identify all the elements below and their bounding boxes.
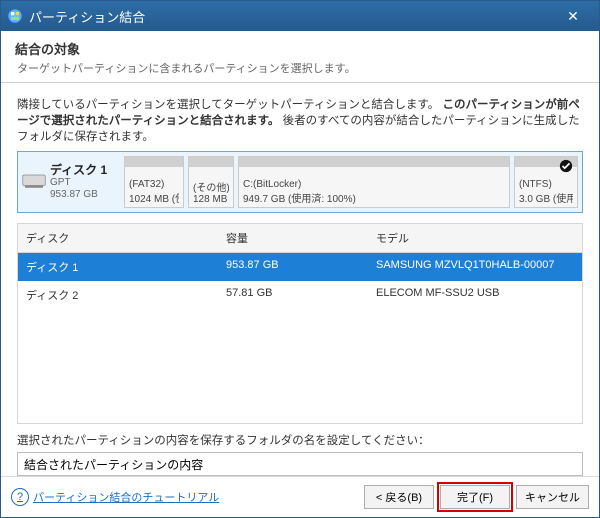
cancel-button[interactable]: キャンセル	[516, 485, 589, 509]
back-button[interactable]: < 戻る(B)	[364, 485, 434, 509]
td-capacity: 953.87 GB	[218, 253, 368, 281]
dialog-body: 結合の対象 ターゲットパーティションに含まれるパーティションを選択します。 隣接…	[1, 31, 599, 517]
td-model: ELECOM MF-SSU2 USB	[368, 281, 582, 309]
td-disk: ディスク 1	[18, 253, 218, 281]
titlebar: パーティション結合 ✕	[1, 1, 599, 31]
partition-size: 1024 MB (使	[129, 190, 179, 205]
help-link[interactable]: ? パーティション結合のチュートリアル	[11, 488, 219, 506]
partition-block[interactable]: (FAT32) 1024 MB (使	[124, 156, 184, 208]
table-header: ディスク 容量 モデル	[18, 224, 582, 253]
th-disk[interactable]: ディスク	[18, 224, 218, 252]
instruction-text: 隣接しているパーティションを選択してターゲットパーティションと結合します。 この…	[17, 97, 583, 145]
page-heading: 結合の対象	[15, 39, 585, 58]
partition-size: 3.0 GB (使用	[519, 190, 573, 205]
checkmark-icon	[559, 159, 573, 173]
disk-graphic: ディスク 1 GPT 953.87 GB (FAT32) 1024 MB (使 …	[17, 151, 583, 213]
window-title: パーティション結合	[29, 7, 145, 26]
page-subtitle: ターゲットパーティションに含まれるパーティションを選択します。	[17, 60, 585, 76]
folder-name-input[interactable]	[17, 452, 583, 476]
help-icon: ?	[11, 488, 29, 506]
disk-size: 953.87 GB	[50, 189, 107, 201]
footer: ? パーティション結合のチュートリアル < 戻る(B) 完了(F) キャンセル	[1, 476, 599, 517]
hard-disk-icon	[22, 172, 46, 193]
folder-label: 選択されたパーティションの内容を保存するフォルダの名を設定してください：	[17, 432, 583, 448]
disk-table: ディスク 容量 モデル ディスク 1 953.87 GB SAMSUNG MZV…	[17, 223, 583, 424]
table-row[interactable]: ディスク 1 953.87 GB SAMSUNG MZVLQ1T0HALB-00…	[18, 253, 582, 281]
partition-fs: (FAT32)	[129, 179, 179, 190]
partition-block[interactable]: (NTFS) 3.0 GB (使用	[514, 156, 578, 208]
partition-block[interactable]: (その他) 128 MB	[188, 156, 234, 208]
th-model[interactable]: モデル	[368, 224, 582, 252]
disk-type: GPT	[50, 177, 107, 189]
td-disk: ディスク 2	[18, 281, 218, 309]
table-body: ディスク 1 953.87 GB SAMSUNG MZVLQ1T0HALB-00…	[18, 253, 582, 423]
instruction-pre: 隣接しているパーティションを選択してターゲットパーティションと結合します。	[17, 99, 439, 111]
disk-name: ディスク 1	[50, 163, 107, 177]
content-area: 隣接しているパーティションを選択してターゲットパーティションと結合します。 この…	[1, 83, 599, 476]
header-block: 結合の対象 ターゲットパーティションに含まれるパーティションを選択します。	[1, 31, 599, 83]
table-row[interactable]: ディスク 2 57.81 GB ELECOM MF-SSU2 USB	[18, 281, 582, 309]
td-capacity: 57.81 GB	[218, 281, 368, 309]
folder-section: 選択されたパーティションの内容を保存するフォルダの名を設定してください：	[17, 432, 583, 476]
partition-fs: (NTFS)	[519, 179, 573, 190]
td-model: SAMSUNG MZVLQ1T0HALB-00007	[368, 253, 582, 281]
th-capacity[interactable]: 容量	[218, 224, 368, 252]
partition-fs: C:(BitLocker)	[243, 179, 505, 190]
partition-block[interactable]: C:(BitLocker) 949.7 GB (使用済: 100%)	[238, 156, 510, 208]
partition-size: 128 MB	[193, 194, 229, 205]
partition-size: 949.7 GB (使用済: 100%)	[243, 190, 505, 205]
app-icon	[7, 8, 23, 24]
disk-label: ディスク 1 GPT 953.87 GB	[22, 156, 120, 208]
close-button[interactable]: ✕	[553, 1, 593, 31]
finish-button[interactable]: 完了(F)	[440, 485, 510, 509]
dialog-window: パーティション結合 ✕ 結合の対象 ターゲットパーティションに含まれるパーティシ…	[0, 0, 600, 518]
partition-fs: (その他)	[193, 179, 229, 194]
help-link-text: パーティション結合のチュートリアル	[33, 489, 219, 505]
